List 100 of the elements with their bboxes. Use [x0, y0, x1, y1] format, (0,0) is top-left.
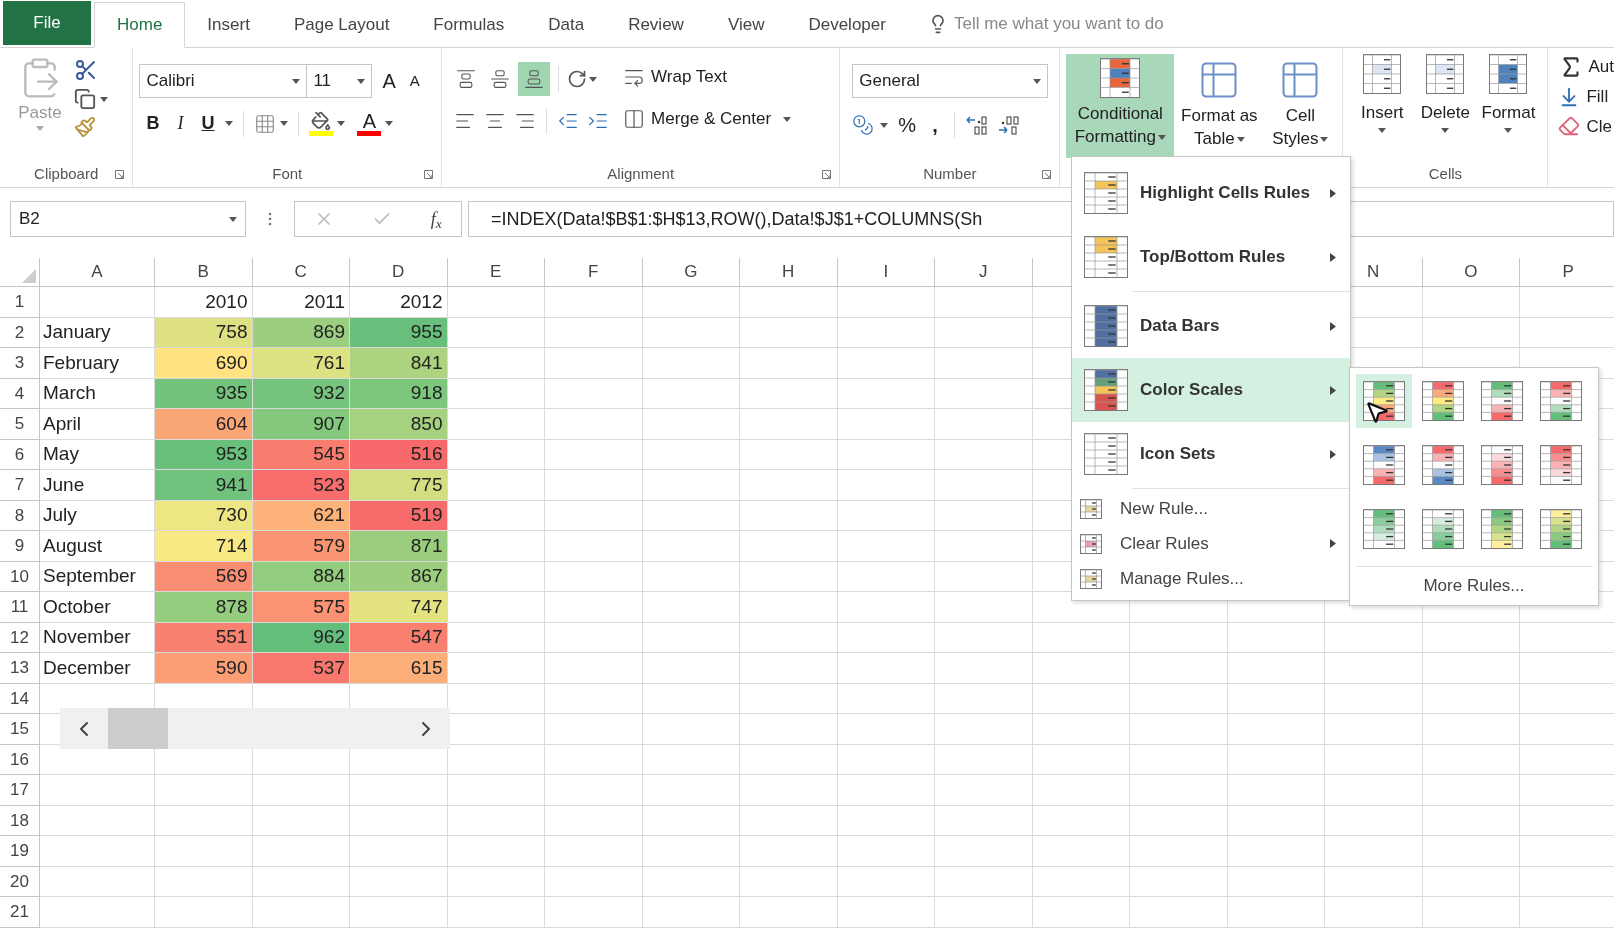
italic-button[interactable]: I [170, 110, 191, 137]
font-size-field[interactable]: 11 [306, 64, 373, 98]
scroll-thumb[interactable] [108, 708, 168, 749]
row-header[interactable]: 9 [0, 531, 40, 562]
wrap-text-button[interactable]: Wrap Text [619, 62, 796, 92]
borders-icon[interactable] [254, 112, 277, 135]
row-header[interactable]: 18 [0, 805, 40, 836]
percent-button[interactable]: % [894, 110, 921, 140]
delete-cells-button[interactable]: Delete [1414, 54, 1477, 133]
row-header[interactable]: 3 [0, 348, 40, 379]
underline-button[interactable]: U [194, 110, 222, 137]
row-header[interactable]: 7 [0, 470, 40, 501]
bold-button[interactable]: B [139, 110, 167, 137]
fill-button[interactable]: Fill [1558, 84, 1614, 110]
row-header[interactable]: 5 [0, 409, 40, 440]
file-tab[interactable]: File [3, 1, 91, 45]
group-label: Cells [1428, 163, 1463, 184]
comma-button[interactable]: , [926, 110, 944, 140]
row-header[interactable]: 12 [0, 622, 40, 653]
fill-color-button[interactable] [309, 111, 334, 136]
caret-icon [225, 121, 234, 126]
cell-styles-button[interactable]: Cell Styles [1264, 54, 1337, 158]
column-header[interactable]: I [837, 258, 935, 287]
dialog-launcher-icon[interactable] [115, 170, 125, 179]
row-header[interactable]: 4 [0, 378, 40, 409]
icon-sets-icon [1084, 433, 1128, 475]
submenu-arrow-icon [1330, 188, 1336, 198]
ribbon-tab[interactable]: Page Layout [271, 2, 412, 48]
ribbon-tab[interactable]: Formulas [411, 2, 527, 48]
caret-icon [337, 121, 346, 126]
menu-item[interactable]: New Rule... [1072, 491, 1350, 526]
column-header[interactable]: H [740, 258, 838, 287]
color-scale-option[interactable] [1356, 374, 1412, 428]
column-header[interactable]: O [1422, 258, 1520, 287]
conditional-formatting-button[interactable]: Conditional Formatting [1066, 54, 1175, 158]
more-rules-link[interactable]: More Rules... [1356, 573, 1592, 599]
column-header[interactable]: F [545, 258, 643, 287]
eraser-icon [1558, 115, 1581, 138]
value-cell: 575 [252, 592, 350, 623]
column-header[interactable]: D [350, 258, 448, 287]
row-header[interactable]: 6 [0, 439, 40, 470]
ribbon-tab[interactable]: Insert [185, 2, 272, 48]
menu-item[interactable]: Icon Sets [1072, 422, 1350, 486]
orientation-icon[interactable] [567, 69, 588, 89]
ribbon-tab[interactable]: Review [606, 2, 706, 48]
dialog-launcher-icon[interactable] [1042, 170, 1052, 179]
number-format-field[interactable]: General [852, 64, 1049, 98]
autosum-button[interactable]: Aut [1558, 54, 1614, 80]
scissors-icon[interactable] [74, 58, 98, 82]
shrink-font-button[interactable]: A [405, 69, 424, 93]
menu-item[interactable]: Manage Rules... [1072, 561, 1350, 596]
brush-icon[interactable] [74, 116, 96, 138]
row-header[interactable]: 20 [0, 866, 40, 897]
column-header[interactable]: A [40, 258, 155, 287]
column-header[interactable]: C [252, 258, 350, 287]
value-cell: 955 [350, 317, 448, 348]
tell-me-field[interactable]: Tell me what you want to do [953, 11, 1254, 37]
insert-function-button[interactable]: f$_{x}$ [430, 205, 442, 233]
menu-item[interactable]: Clear Rules [1072, 526, 1350, 561]
row-header[interactable]: 19 [0, 836, 40, 867]
row-header[interactable]: 10 [0, 561, 40, 592]
font-name-field[interactable]: Calibri [139, 64, 308, 98]
grow-font-button[interactable]: A [376, 66, 402, 96]
year-cell: 2012 [350, 287, 448, 318]
row-header[interactable]: 15 [0, 714, 40, 745]
copy-icon[interactable] [74, 88, 96, 110]
merge-center-button[interactable]: Merge & Center [619, 104, 796, 134]
ribbon-tab[interactable]: Developer [786, 2, 908, 48]
row-header[interactable]: 1 [0, 287, 40, 318]
font-color-button[interactable]: A [357, 111, 382, 136]
ribbon-tab[interactable]: View [705, 2, 787, 48]
column-header[interactable]: G [642, 258, 740, 287]
format-as-table-button[interactable]: Format as Table [1176, 54, 1263, 158]
vertical-align-button[interactable] [518, 62, 551, 96]
value-cell: 932 [252, 378, 350, 409]
row-header[interactable]: 8 [0, 500, 40, 531]
row-header[interactable]: 16 [0, 744, 40, 775]
dialog-launcher-icon[interactable] [822, 170, 832, 179]
scroll-bar[interactable] [60, 708, 450, 749]
dialog-launcher-icon[interactable] [424, 170, 434, 179]
menu-item[interactable]: Color Scales [1072, 358, 1350, 422]
column-header[interactable]: J [935, 258, 1033, 287]
column-header[interactable]: P [1520, 258, 1614, 287]
format-cells-button[interactable]: Format [1477, 54, 1540, 133]
column-header[interactable]: B [155, 258, 253, 287]
name-box[interactable]: B2 [10, 201, 246, 237]
clear-button[interactable]: Cle [1558, 113, 1614, 139]
insert-cells-button[interactable]: Insert [1351, 54, 1414, 133]
column-header[interactable]: E [447, 258, 545, 287]
ribbon-tab[interactable]: Data [526, 2, 607, 48]
row-header[interactable]: 17 [0, 775, 40, 806]
currency-icon[interactable] [852, 114, 875, 136]
row-header[interactable]: 13 [0, 653, 40, 684]
row-header[interactable]: 11 [0, 592, 40, 623]
row-header[interactable]: 14 [0, 683, 40, 714]
ribbon-tab[interactable]: Home [94, 2, 186, 48]
row-header[interactable]: 21 [0, 897, 40, 928]
menu-item[interactable]: Data Bars [1072, 294, 1350, 358]
row-header[interactable]: 2 [0, 317, 40, 348]
value-cell: 547 [350, 622, 448, 653]
